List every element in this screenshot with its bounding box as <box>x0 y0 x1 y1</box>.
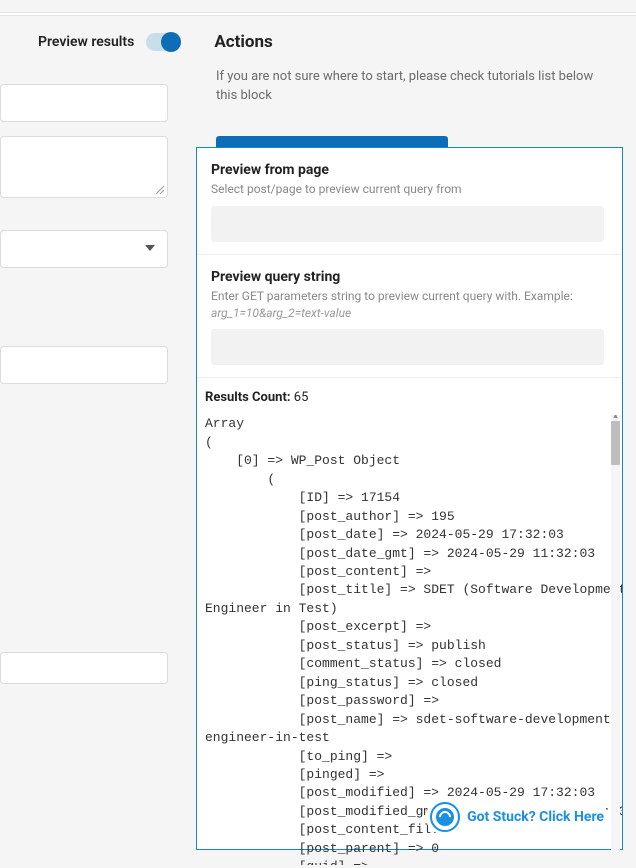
results-count-value: 65 <box>294 390 309 405</box>
preview-results-toggle[interactable] <box>146 33 180 51</box>
left-textarea[interactable] <box>0 136 168 198</box>
left-input-1[interactable] <box>0 84 168 122</box>
query-string-subtitle-text: Enter GET parameters string to preview c… <box>211 289 573 303</box>
left-select[interactable] <box>0 230 168 268</box>
results-count-label: Results Count: <box>205 390 291 405</box>
results-code: Array ( [0] => WP_Post Object ( [ID] => … <box>205 415 622 865</box>
results-scrollbar[interactable]: ▴ <box>611 415 620 865</box>
actions-title: Actions <box>214 32 272 52</box>
results-count-line: Results Count: 65 <box>205 390 622 405</box>
preview-from-page-input[interactable] <box>211 206 604 242</box>
left-input-2[interactable] <box>0 346 168 384</box>
header-row: Preview results Actions <box>0 16 636 62</box>
results-code-wrap: Array ( [0] => WP_Post Object ( [ID] => … <box>205 415 622 865</box>
preview-from-page-subtitle: Select post/page to preview current quer… <box>211 181 604 198</box>
toggle-knob <box>161 32 181 52</box>
left-column <box>0 78 170 684</box>
preview-panel: Preview from page Select post/page to pr… <box>196 147 623 850</box>
preview-query-string-subtitle: Enter GET parameters string to preview c… <box>211 288 604 322</box>
preview-from-page-section: Preview from page Select post/page to pr… <box>197 148 622 255</box>
actions-help-text: If you are not sure where to start, plea… <box>216 68 616 106</box>
preview-query-string-input[interactable] <box>211 329 604 365</box>
help-robot-icon <box>430 802 460 832</box>
preview-results-label: Preview results <box>38 34 134 50</box>
preview-query-string-title: Preview query string <box>211 269 604 285</box>
help-bubble-text: Got Stuck? Click Here <box>467 809 604 825</box>
results-section: Results Count: 65 Array ( [0] => WP_Post… <box>197 378 622 868</box>
scrollbar-thumb[interactable] <box>611 421 620 465</box>
preview-from-page-title: Preview from page <box>211 162 604 178</box>
left-input-3[interactable] <box>0 652 168 684</box>
help-bubble[interactable]: Got Stuck? Click Here <box>426 800 608 834</box>
query-string-example: arg_1=10&arg_2=text-value <box>211 306 351 320</box>
preview-query-string-section: Preview query string Enter GET parameter… <box>197 255 622 379</box>
